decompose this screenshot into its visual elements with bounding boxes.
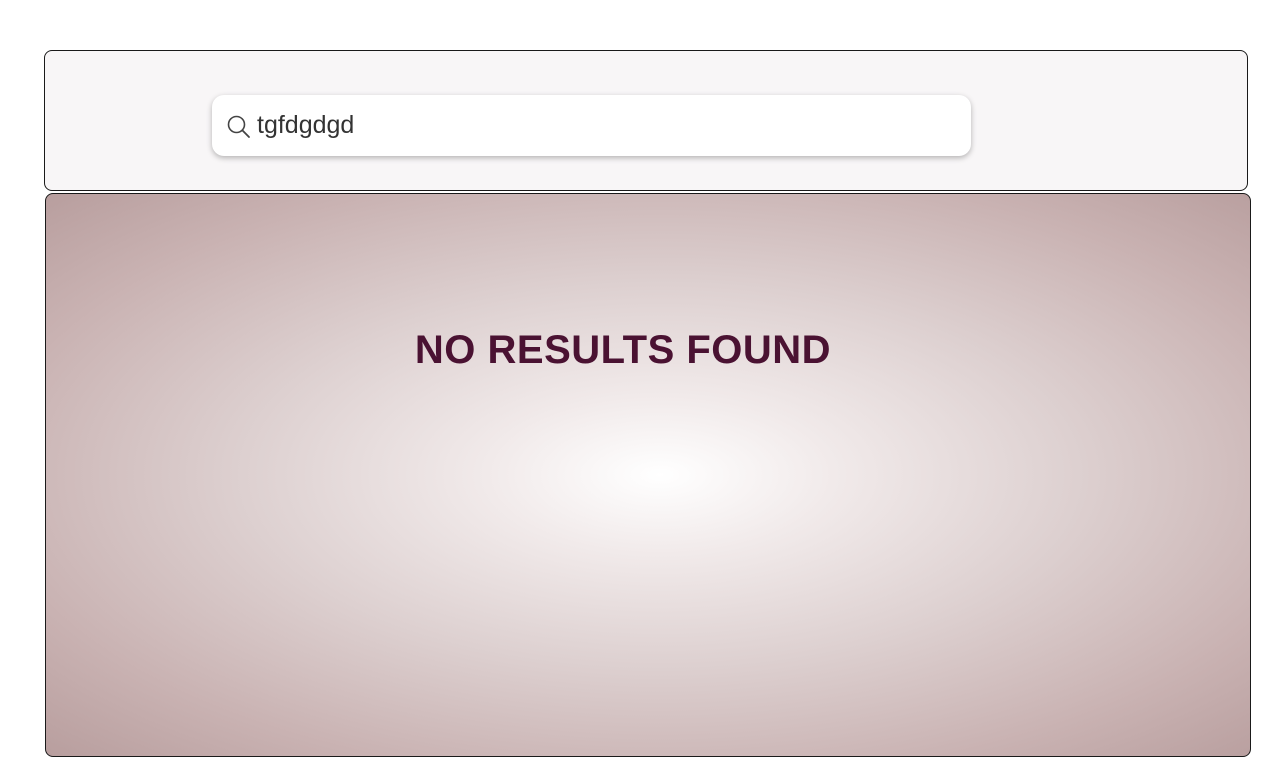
search-header-panel xyxy=(44,50,1248,191)
results-panel: NO RESULTS FOUND xyxy=(45,193,1251,757)
no-results-message: NO RESULTS FOUND xyxy=(414,328,832,372)
search-icon[interactable] xyxy=(226,114,252,140)
search-input[interactable] xyxy=(257,105,937,146)
search-bar[interactable] xyxy=(212,95,971,156)
